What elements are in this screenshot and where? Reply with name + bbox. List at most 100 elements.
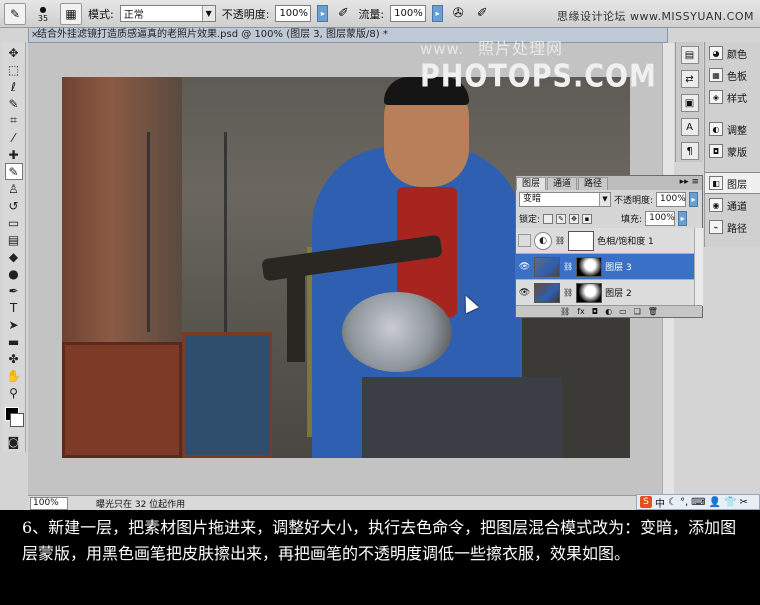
dock-item-paths[interactable]: ⌁ 路径 (705, 216, 760, 238)
watermark-www: www. (420, 40, 465, 58)
shape-tool-icon[interactable]: ▬ (5, 333, 23, 350)
tablet-pressure-icon[interactable]: ✐ (334, 5, 352, 23)
dock-item-label: 通道 (727, 201, 747, 213)
lock-position-icon[interactable]: ✥ (569, 213, 580, 224)
layer-row-hue-saturation[interactable]: ◐ ⛓ 色相/饱和度 1 (516, 228, 694, 254)
new-group-icon[interactable]: ▭ (619, 307, 627, 316)
keyboard-icon[interactable]: ⌨ (691, 497, 705, 508)
brush-tool-preset-icon[interactable]: ✎ (4, 2, 26, 25)
tab-paths[interactable]: 路径 (578, 177, 609, 190)
brush-tool-icon[interactable]: ✎ (4, 163, 23, 180)
layer-row-layer-2[interactable]: 👁 ⛓ 图层 2 (516, 280, 694, 306)
layer-mask-thumbnail[interactable] (576, 256, 603, 277)
user-icon[interactable]: 👤 (709, 497, 721, 508)
quick-selection-tool-icon[interactable]: ✎ (5, 95, 23, 112)
layer-mask-thumbnail[interactable] (568, 230, 595, 251)
tab-layers[interactable]: 图层 (516, 177, 547, 190)
close-icon[interactable]: × (31, 28, 39, 42)
photoshop-window: ✎ ● 35 ▦ 模式: 正常 ▼ 不透明度: 100% ▸ ✐ 流量: 100… (0, 0, 760, 510)
zoom-level-input[interactable]: 100% (30, 496, 68, 510)
status-info[interactable]: 曝光只在 32 位起作用 (96, 497, 185, 510)
sogou-logo-icon[interactable]: S (640, 496, 652, 508)
lock-transparent-icon[interactable] (543, 213, 554, 224)
lasso-tool-icon[interactable]: ℓ (5, 78, 23, 95)
eye-icon[interactable]: 👁 (518, 286, 531, 299)
options-bar: ✎ ● 35 ▦ 模式: 正常 ▼ 不透明度: 100% ▸ ✐ 流量: 100… (0, 0, 760, 28)
punctuation-icon[interactable]: °, (680, 497, 688, 508)
dock-item-layers[interactable]: ◧ 图层 (705, 172, 760, 194)
gradient-tool-icon[interactable]: ▤ (5, 231, 23, 248)
blur-tool-icon[interactable]: ◆ (5, 248, 23, 265)
new-layer-icon[interactable]: ❏ (634, 307, 641, 316)
dock-item-swatches[interactable]: ▦ 色板 (705, 64, 760, 86)
pen-tool-icon[interactable]: ✒ (5, 282, 23, 299)
eye-icon[interactable]: 👁 (518, 260, 531, 273)
layer-name: 图层 3 (605, 263, 632, 273)
airbrush-icon[interactable]: ✇ (449, 5, 467, 23)
dock-item-adjustments[interactable]: ◐ 调整 (705, 118, 760, 140)
opacity-input[interactable]: 100% (275, 5, 312, 22)
path-selection-tool-icon[interactable]: ➤ (5, 316, 23, 333)
character-panel-icon[interactable]: A (680, 118, 699, 136)
dock-item-color[interactable]: ◕ 颜色 (705, 42, 760, 64)
layer-opacity-slider-toggle[interactable]: ▸ (689, 192, 699, 207)
ime-mode-label[interactable]: 中 (655, 495, 665, 510)
flow-input[interactable]: 100% (390, 5, 427, 22)
mode-select[interactable]: 正常 ▼ (119, 5, 216, 22)
actions-panel-icon[interactable]: ⇄ (680, 70, 699, 88)
link-layers-icon[interactable]: ⛓ (560, 307, 570, 316)
new-adjustment-icon[interactable]: ◐ (605, 307, 612, 316)
lock-image-icon[interactable]: ✎ (556, 213, 567, 224)
history-panel-icon[interactable]: ▤ (680, 46, 699, 64)
healing-brush-tool-icon[interactable]: ✚ (5, 146, 23, 163)
dock-item-masks[interactable]: ◘ 蒙版 (705, 140, 760, 162)
layer-row-layer-3[interactable]: 👁 ⛓ 图层 3 (516, 254, 694, 280)
machine-wheel (342, 292, 452, 372)
clone-stamp-tool-icon[interactable]: ♙ (5, 180, 23, 197)
background-color-swatch[interactable] (9, 413, 24, 427)
fill-input[interactable]: 100% (645, 211, 676, 226)
layer-list-scrollbar[interactable] (694, 228, 703, 306)
color-panel-icon: ◕ (709, 46, 723, 60)
flow-slider-toggle[interactable]: ▸ (432, 5, 444, 22)
zoom-tool-icon[interactable]: ⚲ (5, 384, 23, 401)
eyedropper-tool-icon[interactable]: ⁄ (5, 129, 23, 146)
quick-mask-icon[interactable]: ◙ (5, 433, 23, 450)
3d-tool-icon[interactable]: ✤ (5, 350, 23, 367)
pressure-size-icon[interactable]: ✐ (473, 5, 491, 23)
layer-thumbnail (534, 282, 560, 303)
dock-item-styles[interactable]: ◈ 样式 (705, 86, 760, 108)
layer-style-icon[interactable]: fx (577, 307, 585, 316)
paragraph-panel-icon[interactable]: ¶ (680, 142, 699, 160)
layers-panel: 图层 通道 路径 ▸▸ ≡ 变暗 ▼ 不透明度: 100% ▸ 锁定: ✎ ✥ … (515, 175, 703, 318)
panel-menu-icon[interactable]: ▸▸ ≡ (680, 177, 699, 187)
moon-icon[interactable]: ☾ (668, 497, 677, 508)
dock-item-channels[interactable]: ◉ 通道 (705, 194, 760, 216)
layer-thumbnail (534, 256, 560, 277)
move-tool-icon[interactable]: ✥ (5, 44, 23, 61)
layer-opacity-input[interactable]: 100% (656, 192, 687, 207)
brush-size-picker[interactable]: ● 35 (32, 5, 54, 23)
tab-channels[interactable]: 通道 (547, 177, 578, 190)
shirt-icon[interactable]: 👕 (724, 497, 736, 508)
flow-input-value: 100% (394, 8, 423, 19)
tools-icon[interactable]: ✂ (740, 497, 748, 508)
fill-slider-toggle[interactable]: ▸ (678, 211, 688, 226)
marquee-tool-icon[interactable]: ⬚ (5, 61, 23, 78)
history-brush-tool-icon[interactable]: ↺ (5, 197, 23, 214)
eraser-tool-icon[interactable]: ▭ (5, 214, 23, 231)
navigator-panel-icon[interactable]: ▣ (680, 94, 699, 112)
adjustments-panel-icon: ◐ (709, 122, 723, 136)
dodge-tool-icon[interactable]: ● (5, 265, 23, 282)
blend-mode-select[interactable]: 变暗 ▼ (519, 192, 611, 207)
hand-tool-icon[interactable]: ✋ (5, 367, 23, 384)
add-mask-icon[interactable]: ◘ (592, 307, 598, 316)
opacity-slider-toggle[interactable]: ▸ (317, 5, 329, 22)
visibility-toggle-empty[interactable] (518, 234, 531, 247)
brush-panel-toggle-icon[interactable]: ▦ (60, 2, 82, 25)
crop-tool-icon[interactable]: ⌗ (5, 112, 23, 129)
delete-layer-icon[interactable]: 🗑 (648, 307, 658, 316)
layer-mask-thumbnail[interactable] (576, 282, 603, 303)
type-tool-icon[interactable]: T (5, 299, 23, 316)
lock-all-icon[interactable]: ▪ (582, 213, 593, 224)
